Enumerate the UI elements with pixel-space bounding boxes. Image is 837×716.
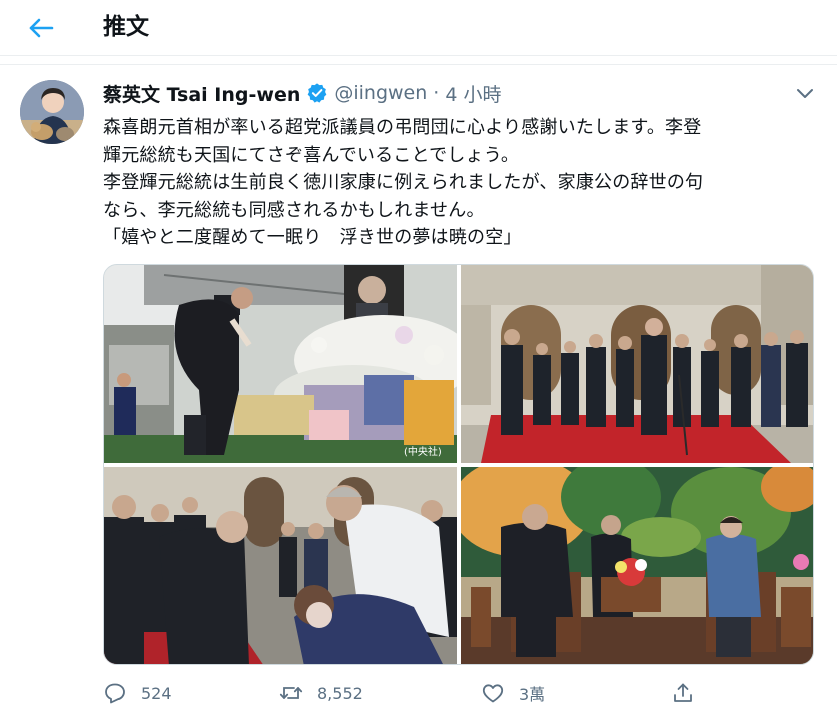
reply-button[interactable]: 524	[103, 675, 172, 711]
tweet-actions: 524 8,552 3萬	[103, 675, 814, 711]
photo-meeting-seated[interactable]	[461, 467, 813, 664]
reply-icon	[103, 681, 127, 705]
share-icon	[671, 681, 695, 705]
reply-count: 524	[141, 683, 172, 703]
author-name[interactable]: 蔡英文 Tsai Ing-wen	[103, 80, 300, 107]
photo-delegation-red-carpet[interactable]	[461, 265, 813, 463]
more-options-button[interactable]	[793, 84, 817, 104]
tweet-line: 李登輝元総統は生前良く徳川家康に例えられましたが、家康公の辞世の句	[103, 172, 704, 193]
separator-dot: ·	[433, 82, 440, 104]
tweet-media-grid: (中央社)	[103, 264, 814, 665]
photo-memorial-altar[interactable]: (中央社)	[104, 265, 457, 463]
photo-watermark: (中央社)	[404, 445, 442, 458]
tweet-line: 森喜朗元首相が率いる超党派議員の弔問団に心より感謝いたします。李登	[103, 117, 702, 138]
share-button[interactable]	[671, 675, 695, 711]
photo-bowing-group[interactable]	[104, 467, 457, 664]
verified-badge-icon	[306, 82, 328, 104]
retweet-count: 8,552	[317, 683, 363, 703]
author-handle[interactable]: @iingwen	[334, 82, 427, 104]
divider	[0, 64, 837, 65]
tweet-line: なら、李元総統も同感されるかもしれません。	[103, 199, 485, 221]
tweet-author-row: 蔡英文 Tsai Ing-wen @iingwen · 4 小時	[103, 79, 501, 107]
page-title: 推文	[103, 14, 149, 40]
like-count: 3萬	[519, 685, 546, 704]
like-button[interactable]: 3萬	[481, 675, 545, 711]
retweet-icon	[279, 681, 303, 705]
tweet-text: 森喜朗元首相が率いる超党派議員の弔問団に心より感謝いたします。李登 輝元総統も天…	[103, 114, 823, 252]
tweet-timestamp[interactable]: 4 小時	[445, 80, 501, 107]
avatar[interactable]	[20, 80, 84, 144]
back-button[interactable]	[22, 12, 60, 44]
tweet-line: 輝元総統も天国にてさぞ喜んでいることでしょう。	[103, 144, 520, 166]
avatar-image	[20, 80, 84, 144]
tweet-line: 「嬉やと二度醒めて一眠り 浮き世の夢は暁の空」	[103, 227, 522, 248]
page-header: 推文	[0, 0, 837, 56]
heart-icon	[481, 681, 505, 705]
arrow-left-icon	[29, 18, 54, 38]
chevron-down-icon	[797, 89, 813, 98]
retweet-button[interactable]: 8,552	[279, 675, 363, 711]
